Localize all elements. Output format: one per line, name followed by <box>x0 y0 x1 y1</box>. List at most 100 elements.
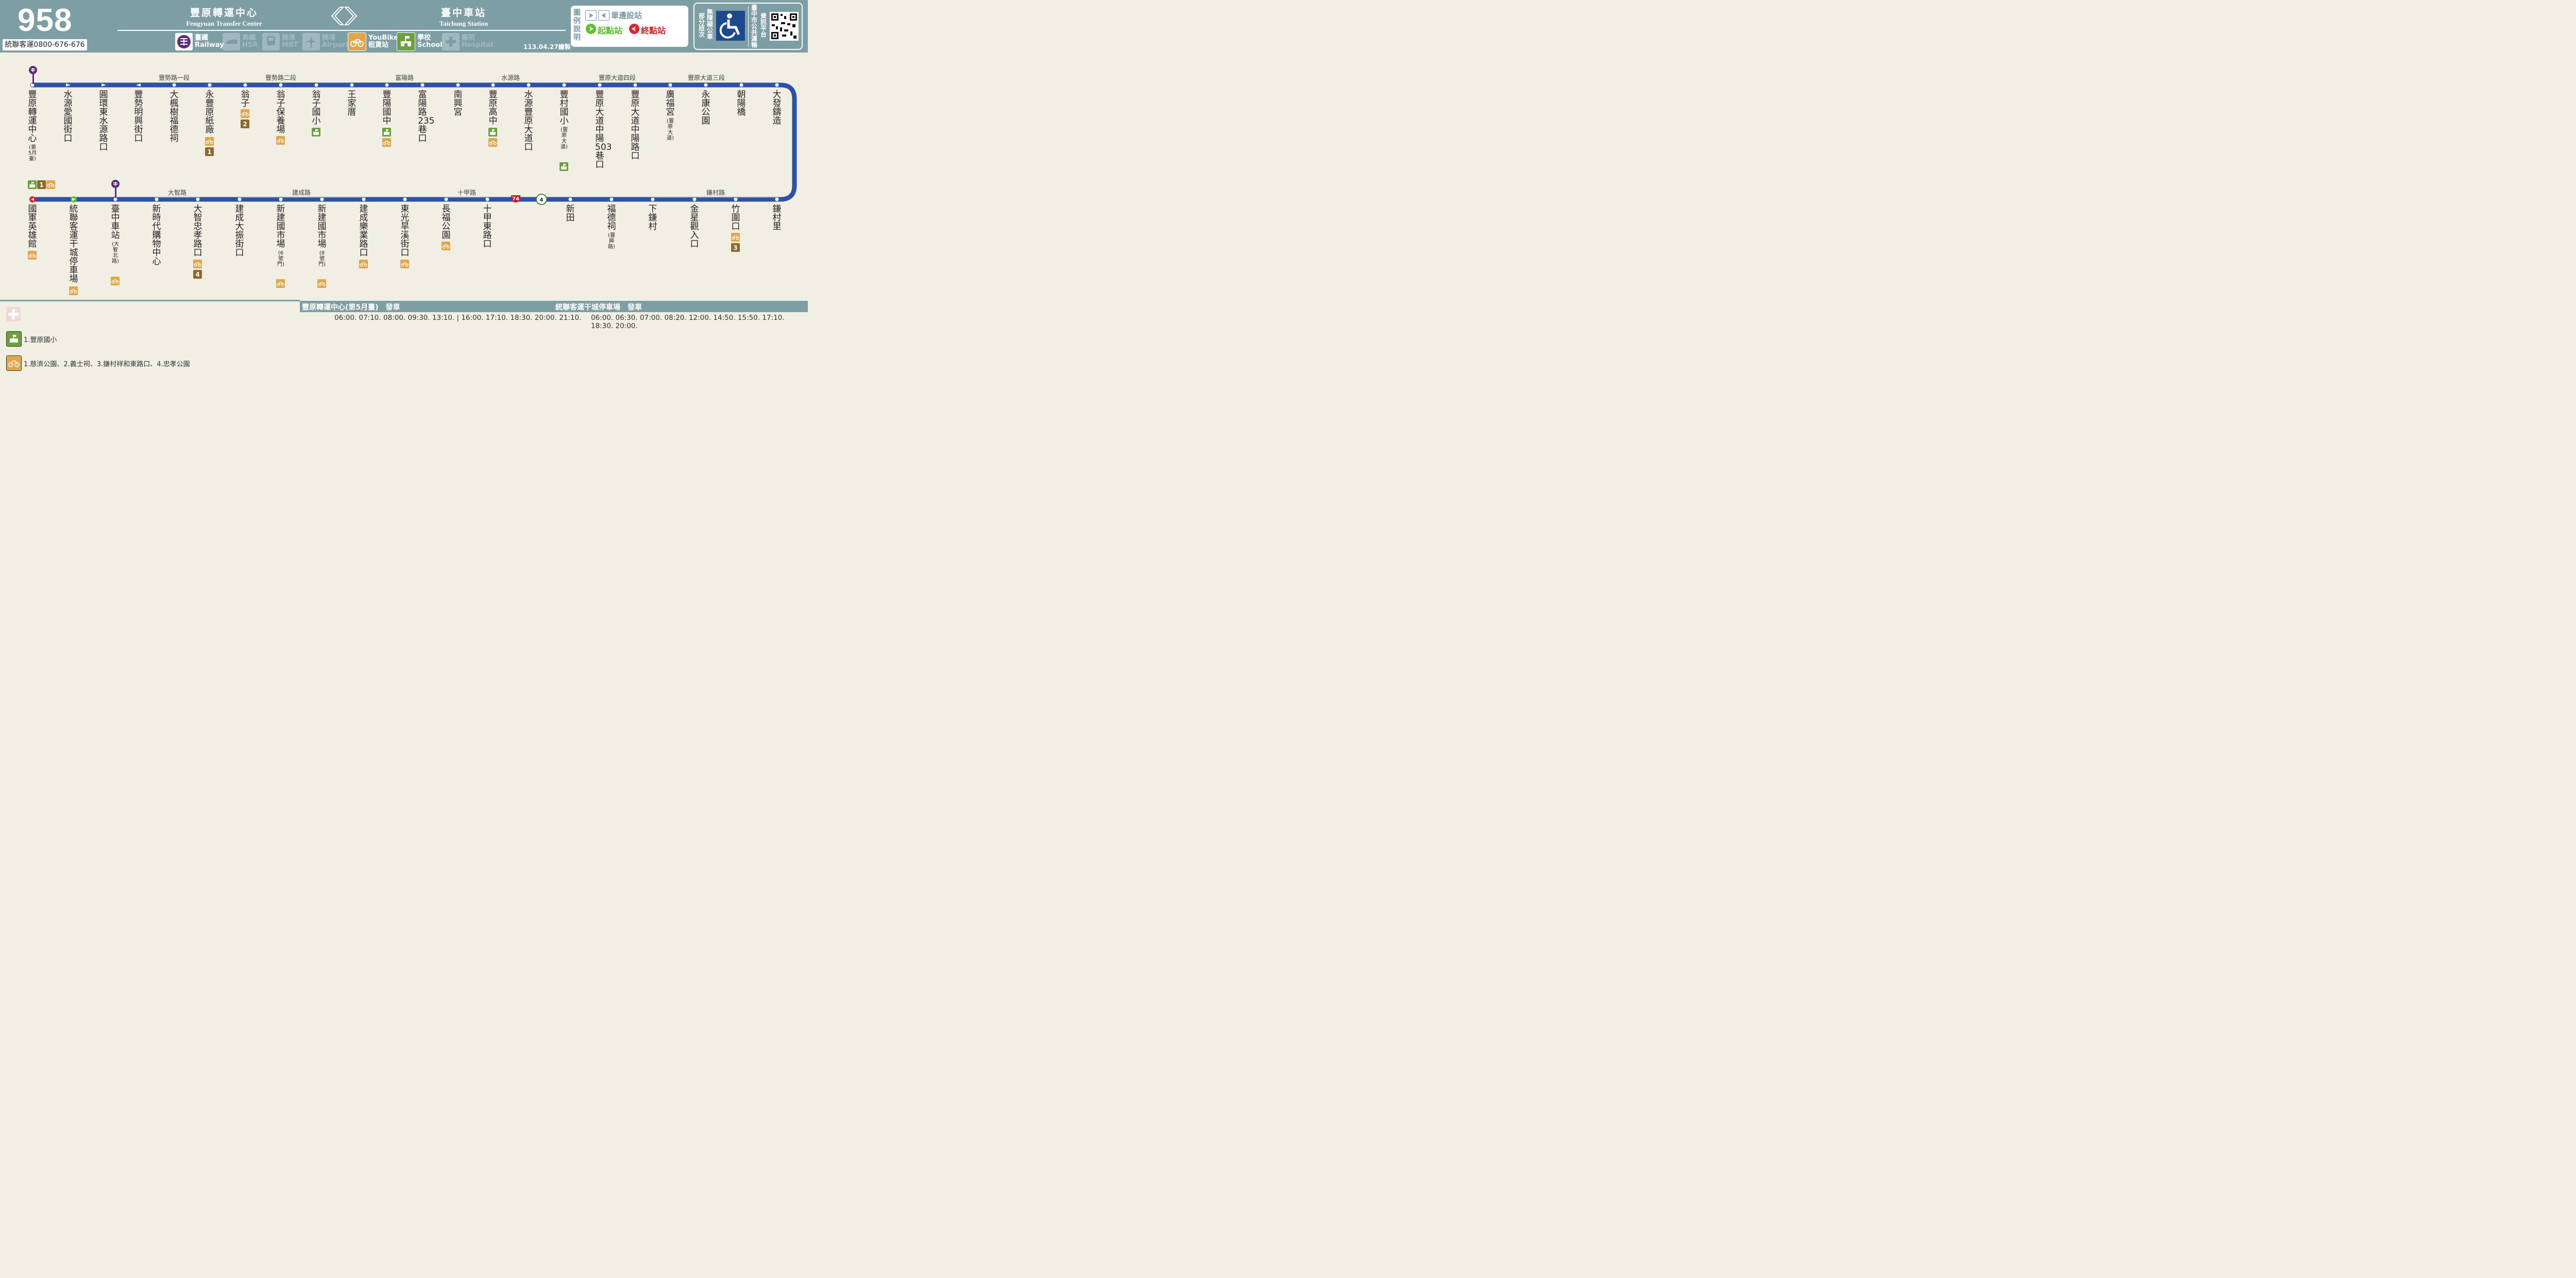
phone-number: 統聯客運0800-676-676 <box>3 39 87 50</box>
facility-railway: 臺鐵 Railway <box>175 33 224 50</box>
stop-bottom[interactable]: 十甲東路口 <box>483 205 492 249</box>
origin-name-en: Fengyuan Transfer Center <box>186 20 262 27</box>
stop-top[interactable]: 水源豐原大道口 <box>524 91 533 152</box>
road-label-top: 豐勢路一段 <box>138 73 210 83</box>
stop-top[interactable]: 王家厝 <box>347 91 357 117</box>
stop-top[interactable]: 豐原轉運中心 (第5月臺) <box>28 91 37 162</box>
youbike-icon <box>205 137 214 146</box>
youbike-icon <box>28 251 37 260</box>
stop-top[interactable]: 圓環東水源路口 <box>99 91 108 152</box>
start-stop-icon <box>585 23 597 37</box>
mrt-icon <box>262 33 280 50</box>
stop-top[interactable]: 豐陽國中 <box>382 91 392 126</box>
youbike-icon <box>442 242 450 250</box>
transit-platform-text: 臺中市公共運輸 <box>751 4 758 48</box>
youbike-icon <box>731 233 740 242</box>
stop-bottom[interactable]: 鎌村里 <box>772 205 782 231</box>
youbike-index-badge: 1 <box>205 147 214 156</box>
school-index-badge: 1 <box>37 180 46 189</box>
stop-dot <box>668 83 672 87</box>
railway-marker-origin <box>28 65 38 88</box>
stop-top[interactable]: 南興宮 <box>453 91 463 117</box>
county-route-number: 4 <box>540 197 544 203</box>
facility-youbike-zh: YouBike <box>368 34 398 42</box>
stop-top[interactable]: 豐村國小 (豐原大道) <box>560 91 569 150</box>
youbike-icon <box>348 32 366 51</box>
stop-dot <box>598 83 602 87</box>
stop-icons <box>111 277 120 285</box>
stop-top[interactable]: 豐原高中 <box>488 91 498 126</box>
stop-bottom[interactable]: 東光旱溪街口 <box>400 205 410 258</box>
stop-top[interactable]: 富陽路235巷口 <box>418 91 434 143</box>
stop-top[interactable]: 翁子保養場 <box>276 91 285 134</box>
stop-top[interactable]: 大發鑄造 <box>772 91 782 126</box>
stop-bottom[interactable]: 新田 <box>566 205 575 223</box>
stop-dot <box>609 197 614 201</box>
legend-start: 起點站 <box>598 26 623 36</box>
stop-icons <box>276 279 285 288</box>
stop-dot <box>243 83 247 87</box>
stop-bottom[interactable]: 國軍英雄館 <box>28 205 37 249</box>
facility-airport: 機場 Airport <box>302 33 349 50</box>
stop-icons <box>382 128 391 147</box>
facility-mrt: 捷運 MRT <box>262 33 298 50</box>
stop-icons <box>560 162 568 171</box>
wheelchair-icon <box>716 11 745 41</box>
stop-top[interactable]: 豐原大道中陽503巷口 <box>595 91 612 169</box>
stop-dot <box>527 83 531 87</box>
youbike-index-badge: 3 <box>731 243 740 252</box>
stop-bottom[interactable]: 下鎌村 <box>648 205 657 231</box>
stop-top[interactable]: 翁子國小 <box>312 91 321 126</box>
facility-hospital: 醫院 Hospital <box>442 33 493 50</box>
stop-bottom[interactable]: 新時代購物中心 <box>152 205 161 266</box>
hsr-icon <box>223 33 240 50</box>
stop-bottom[interactable]: 金星觀入口 <box>690 205 699 249</box>
stop-top[interactable]: 翁子 <box>241 91 250 108</box>
hospital-icon <box>6 307 21 321</box>
stop-bottom[interactable]: 新建國市場 (8號門) <box>317 205 327 268</box>
stop-bottom[interactable]: 建成樂業路口 <box>359 205 368 258</box>
stop-bottom[interactable]: 大智忠孝路口 <box>193 205 202 258</box>
accessibility-box: 部分班次 無障礙公車 臺中市公共運輸 資訊平台 <box>693 3 803 50</box>
stop-top[interactable]: 水源愛國街口 <box>63 91 73 143</box>
schedule-header: 豐原轉運中心(第5月臺) 發車 統聯客運干城停車場 發車 <box>300 301 808 312</box>
qr-code-icon[interactable] <box>770 12 799 41</box>
stop-bottom[interactable]: 福德祠 (豐興路) <box>607 205 616 250</box>
schedule-a-title: 豐原轉運中心(第5月臺) 發車 <box>302 303 400 312</box>
youbike-icon <box>241 109 249 118</box>
stop-top[interactable]: 永豐原紙廠 <box>205 91 214 134</box>
facility-hsr-en: HSR <box>242 41 258 49</box>
stop-bottom[interactable]: 新建國市場 (6號門) <box>276 205 285 268</box>
footnote-bike: 1.慈濟公園、2.義士祠、3.鎌村祥和東路口、4.忠孝公園 <box>6 355 190 371</box>
road-label-top: 富陽路 <box>349 73 460 83</box>
stop-dot <box>403 197 407 201</box>
stop-dot <box>692 197 697 201</box>
youbike-icon <box>111 277 120 285</box>
stop-bottom[interactable]: 統聯客運干城停車場 <box>69 205 78 284</box>
stop-icons: 3 <box>731 233 740 252</box>
facility-railway-zh: 臺鐵 <box>195 34 209 42</box>
facility-hospital-zh: 醫院 <box>462 34 476 42</box>
schedule-b-title: 統聯客運干城停車場 發車 <box>555 303 642 312</box>
stop-icons <box>359 260 368 268</box>
stop-dot <box>704 83 708 87</box>
footnote-school-text: 1.豐原國小 <box>24 336 57 344</box>
stop-top[interactable]: 永康公園 <box>701 91 710 126</box>
facility-school: 學校 School <box>397 32 443 51</box>
stop-bottom[interactable]: 竹圍口 <box>731 205 740 231</box>
youbike-icon <box>317 279 326 288</box>
school-icon <box>6 331 22 347</box>
stop-top[interactable]: 豐勢明興街口 <box>134 91 143 143</box>
stop-top[interactable]: 豐原大道中陽路口 <box>631 91 640 161</box>
stop-top[interactable]: 廣福宮 (豐原大道) <box>666 91 675 142</box>
stop-top[interactable]: 朝陽橋 <box>737 91 746 117</box>
stop-dot <box>362 197 366 201</box>
stop-icons: 4 <box>193 260 202 279</box>
stop-bottom[interactable]: 建成大振街口 <box>235 205 244 258</box>
stop-dot <box>196 197 200 201</box>
stop-top[interactable]: 大楓樹福德祠 <box>170 91 179 143</box>
stop-bottom[interactable]: 臺中車站 (大智北路) <box>111 205 120 265</box>
stop-bottom[interactable]: 長福公園 <box>442 205 451 240</box>
youbike-index-badge: 4 <box>193 270 202 279</box>
dest-name-en: Taichung Station <box>439 20 488 27</box>
